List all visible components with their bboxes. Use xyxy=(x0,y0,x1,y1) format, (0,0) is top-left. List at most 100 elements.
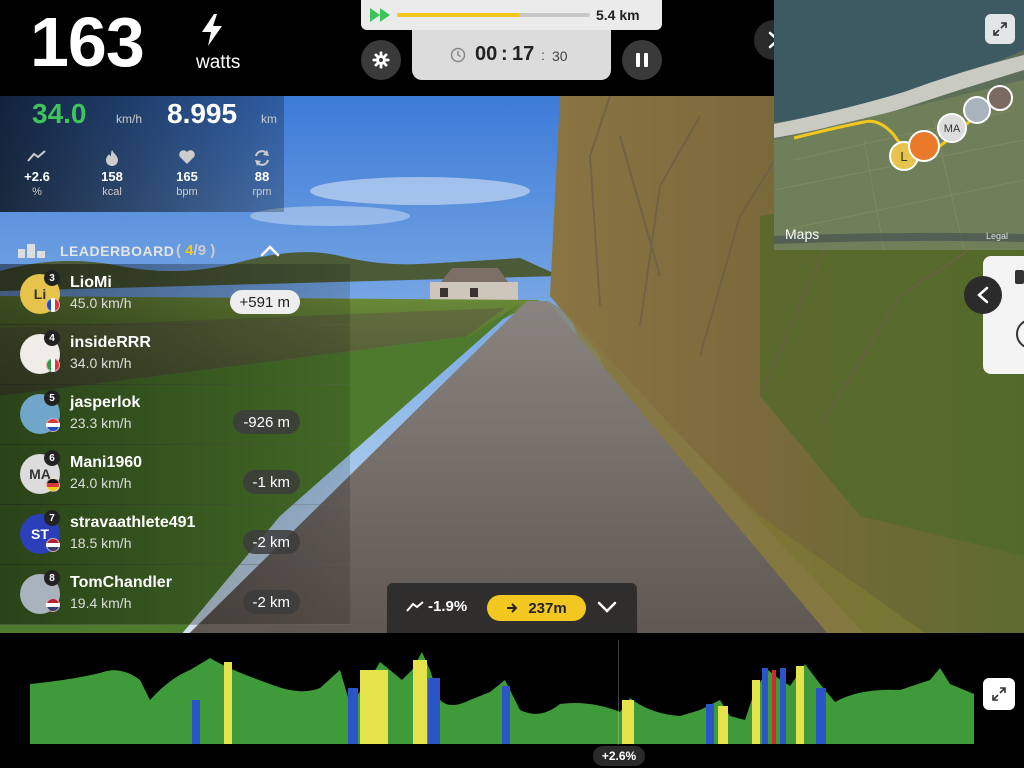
speed-value: 34.0 xyxy=(32,98,87,129)
map-marker-self xyxy=(908,130,940,162)
power-unit: watts xyxy=(196,52,241,73)
distance-unit: km xyxy=(261,112,277,126)
climb-segment-yellow xyxy=(224,662,232,744)
rider-rank-badge: 6 xyxy=(44,450,60,466)
timer-centiseconds: 30 xyxy=(552,48,568,64)
rider-speed: 34.0 km/h xyxy=(70,355,132,371)
heart-rate-unit: bpm xyxy=(176,186,198,198)
power-value: 163 xyxy=(30,3,145,81)
rank-number: 5 xyxy=(49,392,55,404)
fast-forward-icon[interactable] xyxy=(370,8,392,27)
progress-fill xyxy=(397,13,519,17)
incline-icon xyxy=(7,149,67,167)
cadence-unit: rpm xyxy=(252,186,272,198)
elevation-profile[interactable] xyxy=(30,640,974,744)
cadence-value: 88 xyxy=(254,169,270,184)
rider-name: jasperlok xyxy=(70,394,141,411)
climb-segment-yellow xyxy=(413,660,427,744)
segment-distance-pill: 237m xyxy=(487,595,586,621)
leaderboard-position: 4 xyxy=(185,242,194,259)
climb-segment-yellow xyxy=(622,700,634,744)
segment-distance-value: 237m xyxy=(528,599,567,617)
profile-expand-button[interactable] xyxy=(983,678,1015,710)
chevron-left-icon xyxy=(977,286,989,304)
rank-number: 8 xyxy=(49,572,55,584)
rider-name: insideRRR xyxy=(70,334,151,351)
leaderboard-count: ( 4/9 ) xyxy=(176,242,215,259)
rider-speed: 18.5 km/h xyxy=(70,535,132,551)
settings-button[interactable] xyxy=(361,40,401,80)
climb-segment-yellow xyxy=(360,670,388,744)
distance-remaining: 5.4 km xyxy=(596,7,640,23)
rank-number: 3 xyxy=(49,272,55,284)
leaderboard-icon xyxy=(18,242,48,263)
country-flag-icon xyxy=(46,298,60,312)
map-expand-button[interactable] xyxy=(985,14,1015,44)
pause-icon xyxy=(636,53,648,67)
rank-number: 6 xyxy=(49,452,55,464)
gear-icon xyxy=(372,51,390,69)
climb-segment-blue xyxy=(706,704,714,744)
leaderboard-row[interactable]: 4 insideRRR 34.0 km/h xyxy=(0,324,350,385)
climb-segment-blue xyxy=(348,688,358,744)
avatar-initials: Li xyxy=(33,286,47,302)
rider-rank-badge: 5 xyxy=(44,390,60,406)
climb-segment-blue xyxy=(428,678,440,744)
grade-stat: +2.6 % xyxy=(7,149,67,198)
leaderboard-collapse-button[interactable] xyxy=(258,242,282,260)
count-close: ) xyxy=(210,242,216,259)
calories-value: 158 xyxy=(101,169,123,184)
incline-icon xyxy=(406,600,424,618)
legal-link[interactable]: Legal xyxy=(986,231,1008,241)
timer-seconds: 17 xyxy=(512,43,535,65)
leaderboard-row[interactable]: 5 jasperlok 23.3 km/h -926 m xyxy=(0,384,350,445)
country-flag-icon xyxy=(46,358,60,372)
climb-segment-yellow xyxy=(796,666,804,744)
rider-rank-badge: 7 xyxy=(44,510,60,526)
climb-segment-blue xyxy=(816,688,826,744)
profile-position-marker xyxy=(618,640,619,745)
cadence-stat: 88 rpm xyxy=(232,149,292,198)
rider-gap: +591 m xyxy=(229,290,300,314)
leaderboard-list: Li 3 LioMi 45.0 km/h +591 m 4 insideRRR 34.0 km… xyxy=(0,264,350,634)
rider-name: LioMi xyxy=(70,274,112,291)
rank-number: 7 xyxy=(49,512,55,524)
map-marker-label: MA xyxy=(944,123,961,135)
grade-panel-toggle-button[interactable] xyxy=(596,598,618,621)
rider-speed: 45.0 km/h xyxy=(70,295,132,311)
rider-speed: 24.0 km/h xyxy=(70,475,132,491)
leaderboard-row[interactable]: ST 7 stravaathlete491 18.5 km/h -2 km xyxy=(0,504,350,565)
country-flag-icon xyxy=(46,478,60,492)
rider-gap: -926 m xyxy=(233,410,300,434)
rider-name: TomChandler xyxy=(70,574,172,591)
upcoming-grade-value: -1.9% xyxy=(428,598,468,615)
side-drawer-content xyxy=(1015,270,1024,348)
leaderboard-title: LEADERBOARD xyxy=(60,243,175,259)
chevron-up-icon xyxy=(260,245,280,257)
distance-value: 8.995 xyxy=(167,98,238,129)
grade-value: +2.6 xyxy=(24,169,50,184)
leaderboard-row[interactable]: 8 TomChandler 19.4 km/h -2 km xyxy=(0,564,350,625)
grade-unit: % xyxy=(32,186,42,198)
calories-stat: 158 kcal xyxy=(82,149,142,198)
side-drawer-toggle-button[interactable] xyxy=(964,276,1002,314)
expand-icon xyxy=(992,687,1006,701)
leaderboard-row[interactable]: MA 6 Mani1960 24.0 km/h -1 km xyxy=(0,444,350,505)
climb-segment-blue xyxy=(502,686,510,744)
leaderboard-row[interactable]: Li 3 LioMi 45.0 km/h +591 m xyxy=(0,264,350,325)
speed-unit: km/h xyxy=(116,112,143,126)
side-drawer[interactable] xyxy=(983,256,1024,374)
expand-icon xyxy=(993,22,1007,36)
timer-minutes: 00 xyxy=(475,43,498,65)
clock-icon xyxy=(450,47,466,68)
rider-speed: 19.4 km/h xyxy=(70,595,132,611)
rider-rank-badge: 4 xyxy=(44,330,60,346)
climb-segment-red xyxy=(772,670,776,744)
map-marker-rider xyxy=(963,96,991,124)
climb-segment-yellow xyxy=(752,680,760,744)
cadence-icon xyxy=(232,149,292,167)
progress-bar xyxy=(397,13,590,17)
timer-separator: : xyxy=(541,47,545,63)
pause-button[interactable] xyxy=(622,40,662,80)
flame-icon xyxy=(82,149,142,167)
